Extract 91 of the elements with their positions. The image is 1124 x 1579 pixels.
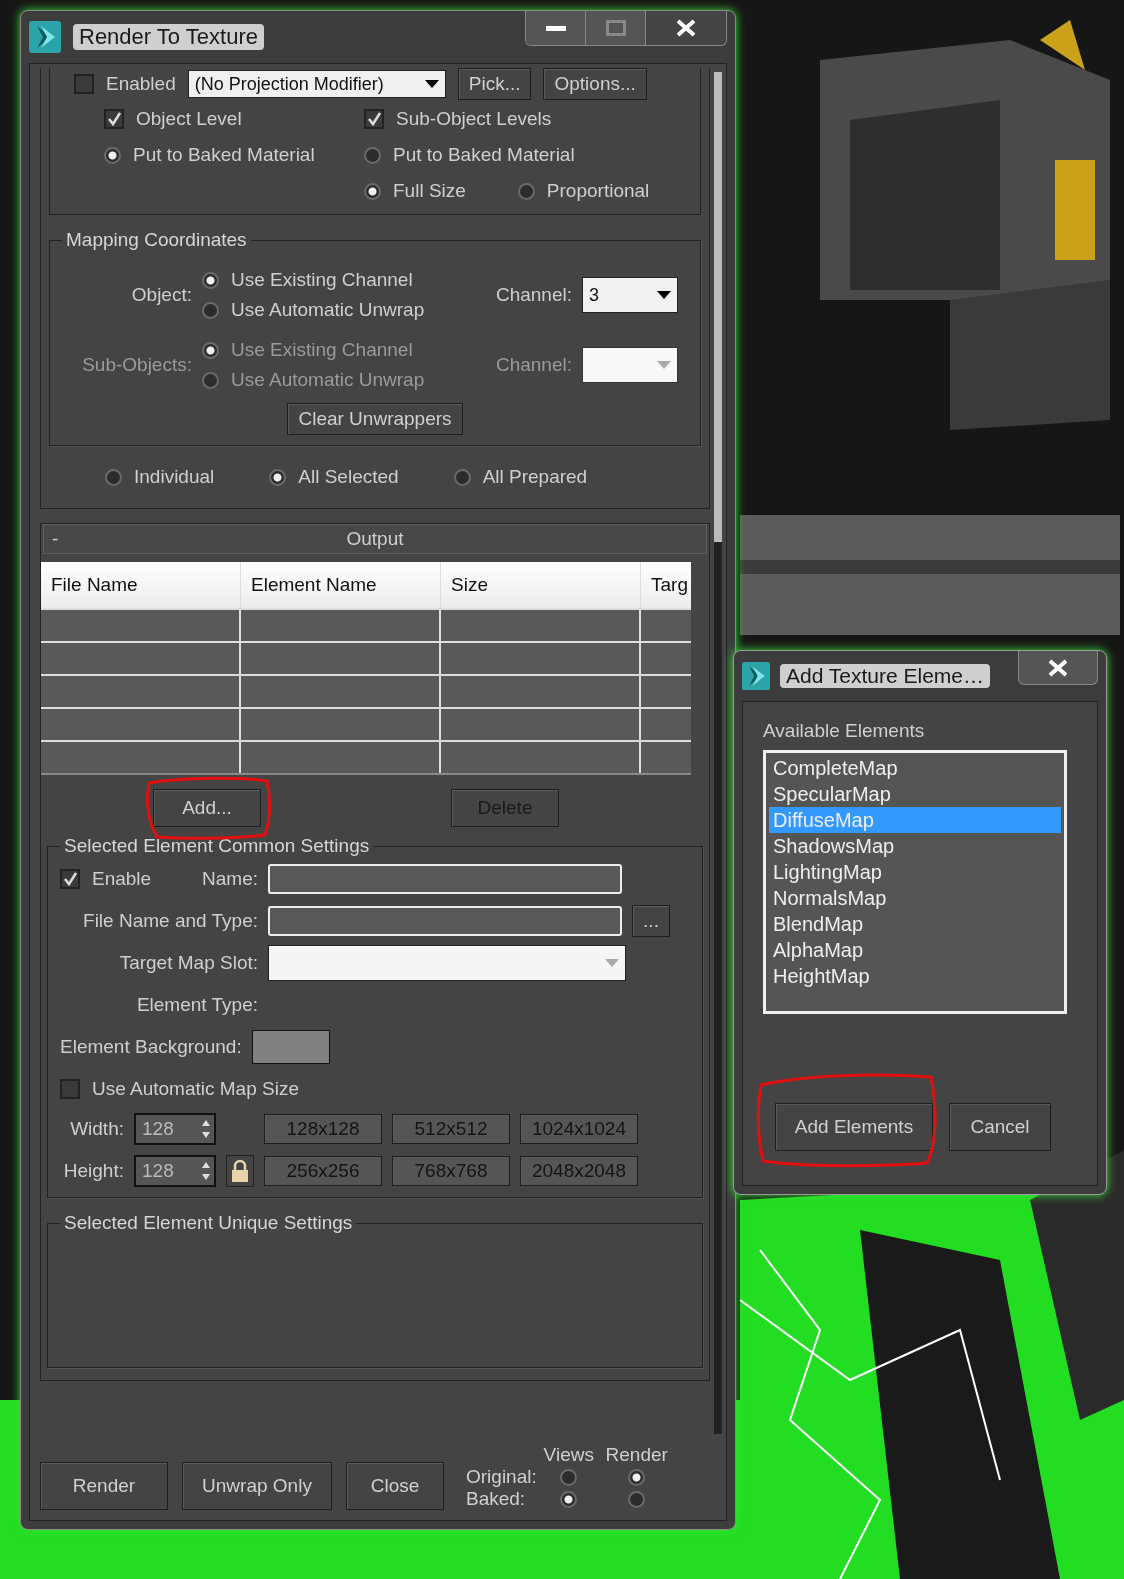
radio-button[interactable]: Proportional bbox=[517, 176, 650, 206]
button[interactable]: Unwrap Only bbox=[182, 1462, 332, 1510]
field-label: Target Map Slot: bbox=[118, 952, 258, 974]
list-item[interactable]: LightingMap bbox=[769, 859, 1061, 885]
radio-button[interactable]: Put to Baked Material bbox=[104, 140, 364, 170]
close-button[interactable] bbox=[646, 11, 726, 45]
minimize-button[interactable] bbox=[526, 11, 586, 45]
checkbox[interactable]: Use Automatic Map Size bbox=[60, 1074, 299, 1104]
checkbox[interactable]: Object Level bbox=[104, 104, 364, 134]
list-item[interactable]: NormalsMap bbox=[769, 885, 1061, 911]
dropdown[interactable]: (No Projection Modifier) bbox=[187, 70, 446, 98]
close-button[interactable] bbox=[1018, 651, 1098, 685]
button[interactable]: Pick... bbox=[457, 68, 532, 100]
field-label: Channel: bbox=[494, 354, 572, 376]
radio-button[interactable] bbox=[628, 1490, 646, 1508]
rollout-title: Output bbox=[345, 528, 405, 550]
collapse-toggle[interactable]: - bbox=[44, 528, 72, 550]
button[interactable]: Add... bbox=[153, 789, 261, 827]
spinner-field[interactable]: 128 bbox=[134, 1113, 216, 1145]
color-swatch[interactable] bbox=[251, 1030, 330, 1064]
dropdown[interactable] bbox=[268, 945, 626, 981]
checkmark-icon bbox=[62, 871, 78, 887]
input-field[interactable] bbox=[268, 906, 622, 936]
checkbox[interactable]: Sub-Object Levels bbox=[364, 104, 690, 134]
minimize-icon bbox=[545, 24, 566, 32]
field-label: Sub-Objects: bbox=[81, 354, 192, 376]
radio-button[interactable]: Individual bbox=[105, 462, 215, 492]
caret-icon bbox=[657, 360, 671, 370]
caret-icon bbox=[424, 79, 439, 89]
column-header[interactable]: Element Name bbox=[241, 562, 441, 608]
row-label: Original: bbox=[466, 1466, 537, 1488]
radio-button[interactable]: Use Automatic Unwrap bbox=[202, 295, 467, 325]
field-label: Channel: bbox=[494, 284, 572, 306]
checkbox[interactable]: Enabled bbox=[74, 69, 176, 99]
browse-button[interactable]: ... bbox=[632, 905, 670, 937]
radio-button[interactable] bbox=[560, 1490, 578, 1508]
radio-button[interactable]: Put to Baked Material bbox=[364, 140, 690, 170]
field-label: Height: bbox=[62, 1160, 124, 1182]
button[interactable]: Cancel bbox=[949, 1103, 1051, 1151]
list-label: Available Elements bbox=[763, 720, 926, 742]
caret-icon bbox=[605, 958, 619, 968]
field-label: File Name and Type: bbox=[82, 910, 258, 932]
spinner-field[interactable]: 128 bbox=[134, 1155, 216, 1187]
field-label: Element Type: bbox=[135, 994, 258, 1016]
radio-button[interactable]: Use Existing Channel bbox=[202, 265, 467, 295]
group-title: Selected Element Unique Settings bbox=[63, 1212, 354, 1234]
button[interactable]: Add Elements bbox=[775, 1103, 933, 1151]
checkbox[interactable]: Enable bbox=[60, 864, 188, 894]
list-item[interactable]: BlendMap bbox=[769, 911, 1061, 937]
column-label: Views bbox=[542, 1444, 595, 1466]
app-icon bbox=[29, 21, 61, 53]
scrollbar[interactable] bbox=[714, 72, 722, 1434]
lock-button[interactable] bbox=[226, 1155, 254, 1187]
column-header[interactable]: File Name bbox=[41, 562, 241, 608]
close-icon bbox=[676, 19, 696, 37]
list-item[interactable]: HeightMap bbox=[769, 963, 1061, 989]
close-icon bbox=[1048, 658, 1068, 677]
radio-button[interactable] bbox=[560, 1468, 578, 1486]
field-label: Element Background: bbox=[60, 1036, 242, 1058]
app-icon bbox=[742, 662, 770, 690]
column-header[interactable]: Size bbox=[441, 562, 641, 608]
column-label: Render bbox=[604, 1444, 669, 1466]
checkmark-icon bbox=[366, 111, 382, 127]
row-label: Baked: bbox=[466, 1488, 527, 1510]
maximize-icon bbox=[605, 20, 626, 36]
list-item[interactable]: AlphaMap bbox=[769, 937, 1061, 963]
button[interactable]: Close bbox=[346, 1462, 444, 1510]
radio-button[interactable]: All Prepared bbox=[453, 462, 588, 492]
button[interactable]: Clear Unwrappers bbox=[287, 403, 463, 435]
group-title: Selected Element Common Settings bbox=[63, 835, 371, 857]
button[interactable]: Render bbox=[40, 1462, 168, 1510]
radio-button[interactable]: Full Size bbox=[364, 176, 466, 206]
field-label: Name: bbox=[201, 868, 258, 890]
field-label: Width: bbox=[69, 1118, 124, 1140]
list-item[interactable]: ShadowsMap bbox=[769, 833, 1061, 859]
input-field[interactable] bbox=[268, 864, 622, 894]
radio-button[interactable] bbox=[628, 1468, 646, 1486]
padlock-icon bbox=[231, 1159, 249, 1183]
rollout-header[interactable]: - Output bbox=[43, 524, 707, 554]
radio-button[interactable]: All Selected bbox=[269, 462, 399, 492]
checkmark-icon bbox=[106, 111, 122, 127]
caret-icon bbox=[657, 290, 671, 300]
dialog-title: Add Texture Eleme… bbox=[780, 664, 991, 688]
channel-dropdown[interactable]: 3 bbox=[582, 277, 678, 313]
field-label: Object: bbox=[130, 284, 192, 306]
list-item[interactable]: SpecularMap bbox=[769, 781, 1061, 807]
window-title: Render To Texture bbox=[73, 24, 264, 50]
column-header[interactable]: Targ bbox=[641, 562, 691, 608]
group-title: Mapping Coordinates bbox=[65, 229, 248, 251]
list-item[interactable]: CompleteMap bbox=[769, 755, 1061, 781]
button[interactable]: Options... bbox=[543, 68, 647, 100]
